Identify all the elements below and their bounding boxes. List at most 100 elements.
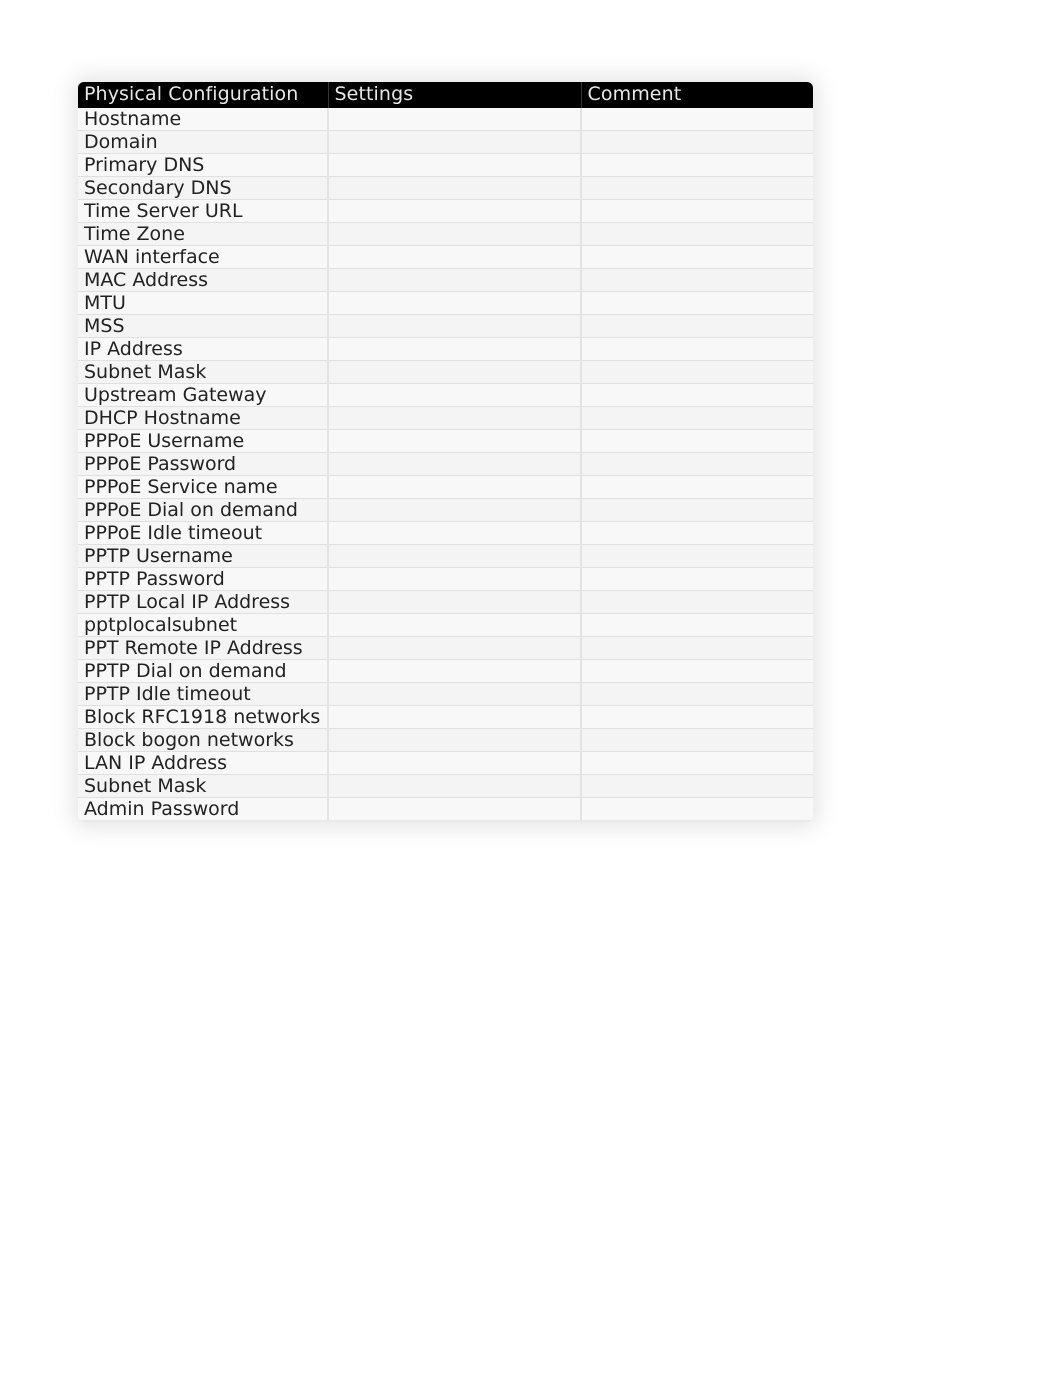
config-settings xyxy=(328,338,581,361)
config-settings xyxy=(328,637,581,660)
config-label: MTU xyxy=(78,292,328,315)
config-settings xyxy=(328,430,581,453)
config-label: PPTP Idle timeout xyxy=(78,683,328,706)
config-label: Time Zone xyxy=(78,223,328,246)
config-comment xyxy=(581,706,813,729)
table-row: MSS xyxy=(78,315,813,338)
config-label: PPTP Username xyxy=(78,545,328,568)
table-row: Hostname xyxy=(78,108,813,131)
config-label: Primary DNS xyxy=(78,154,328,177)
table-row: pptplocalsubnet xyxy=(78,614,813,637)
config-comment xyxy=(581,384,813,407)
config-comment xyxy=(581,591,813,614)
config-settings xyxy=(328,292,581,315)
table-row: Primary DNS xyxy=(78,154,813,177)
config-label: Block bogon networks xyxy=(78,729,328,752)
page: Physical Configuration Settings Comment … xyxy=(0,0,1062,1377)
config-label: Secondary DNS xyxy=(78,177,328,200)
config-settings xyxy=(328,361,581,384)
config-comment xyxy=(581,407,813,430)
config-comment xyxy=(581,361,813,384)
config-settings xyxy=(328,200,581,223)
table-row: IP Address xyxy=(78,338,813,361)
table-row: Upstream Gateway xyxy=(78,384,813,407)
table-row: PPTP Password xyxy=(78,568,813,591)
config-settings xyxy=(328,453,581,476)
config-settings xyxy=(328,499,581,522)
table-row: PPPoE Dial on demand xyxy=(78,499,813,522)
config-settings xyxy=(328,614,581,637)
table-body: HostnameDomainPrimary DNSSecondary DNSTi… xyxy=(78,108,813,821)
config-comment xyxy=(581,660,813,683)
config-comment xyxy=(581,292,813,315)
config-label: PPPoE Username xyxy=(78,430,328,453)
config-settings xyxy=(328,545,581,568)
table-row: PPPoE Service name xyxy=(78,476,813,499)
table-row: PPPoE Password xyxy=(78,453,813,476)
config-settings xyxy=(328,384,581,407)
config-comment xyxy=(581,430,813,453)
table-row: Domain xyxy=(78,131,813,154)
table-row: PPTP Idle timeout xyxy=(78,683,813,706)
config-label: MSS xyxy=(78,315,328,338)
config-settings xyxy=(328,591,581,614)
config-label: Block RFC1918 networks xyxy=(78,706,328,729)
config-settings xyxy=(328,315,581,338)
config-settings xyxy=(328,476,581,499)
table-row: MTU xyxy=(78,292,813,315)
config-comment xyxy=(581,154,813,177)
table-row: Admin Password xyxy=(78,798,813,822)
table-row: LAN IP Address xyxy=(78,752,813,775)
config-comment xyxy=(581,246,813,269)
table-row: PPPoE Idle timeout xyxy=(78,522,813,545)
config-label: PPTP Local IP Address xyxy=(78,591,328,614)
table-row: Time Server URL xyxy=(78,200,813,223)
config-comment xyxy=(581,614,813,637)
config-comment xyxy=(581,476,813,499)
config-settings xyxy=(328,177,581,200)
table-row: DHCP Hostname xyxy=(78,407,813,430)
config-comment xyxy=(581,522,813,545)
config-comment xyxy=(581,568,813,591)
table-row: Subnet Mask xyxy=(78,361,813,384)
table-row: MAC Address xyxy=(78,269,813,292)
config-comment xyxy=(581,752,813,775)
config-label: Domain xyxy=(78,131,328,154)
config-settings xyxy=(328,154,581,177)
config-comment xyxy=(581,545,813,568)
config-settings xyxy=(328,660,581,683)
config-settings xyxy=(328,683,581,706)
table-header-row: Physical Configuration Settings Comment xyxy=(78,82,813,108)
config-settings xyxy=(328,568,581,591)
config-comment xyxy=(581,223,813,246)
table-row: Block RFC1918 networks xyxy=(78,706,813,729)
table-row: Time Zone xyxy=(78,223,813,246)
config-comment xyxy=(581,453,813,476)
config-settings xyxy=(328,246,581,269)
table-row: PPPoE Username xyxy=(78,430,813,453)
config-label: Hostname xyxy=(78,108,328,131)
config-label: PPPoE Service name xyxy=(78,476,328,499)
table-row: Subnet Mask xyxy=(78,775,813,798)
config-label: PPPoE Dial on demand xyxy=(78,499,328,522)
table-row: PPTP Local IP Address xyxy=(78,591,813,614)
config-comment xyxy=(581,177,813,200)
config-label: LAN IP Address xyxy=(78,752,328,775)
config-comment xyxy=(581,338,813,361)
config-label: DHCP Hostname xyxy=(78,407,328,430)
config-comment xyxy=(581,499,813,522)
config-label: Subnet Mask xyxy=(78,775,328,798)
config-settings xyxy=(328,706,581,729)
config-settings xyxy=(328,223,581,246)
config-settings xyxy=(328,775,581,798)
config-comment xyxy=(581,269,813,292)
config-comment xyxy=(581,637,813,660)
config-table: Physical Configuration Settings Comment … xyxy=(78,82,813,822)
table-row: Secondary DNS xyxy=(78,177,813,200)
config-settings xyxy=(328,269,581,292)
config-label: Admin Password xyxy=(78,798,328,822)
config-label: Time Server URL xyxy=(78,200,328,223)
config-label: PPTP Password xyxy=(78,568,328,591)
config-comment xyxy=(581,108,813,131)
config-settings xyxy=(328,407,581,430)
